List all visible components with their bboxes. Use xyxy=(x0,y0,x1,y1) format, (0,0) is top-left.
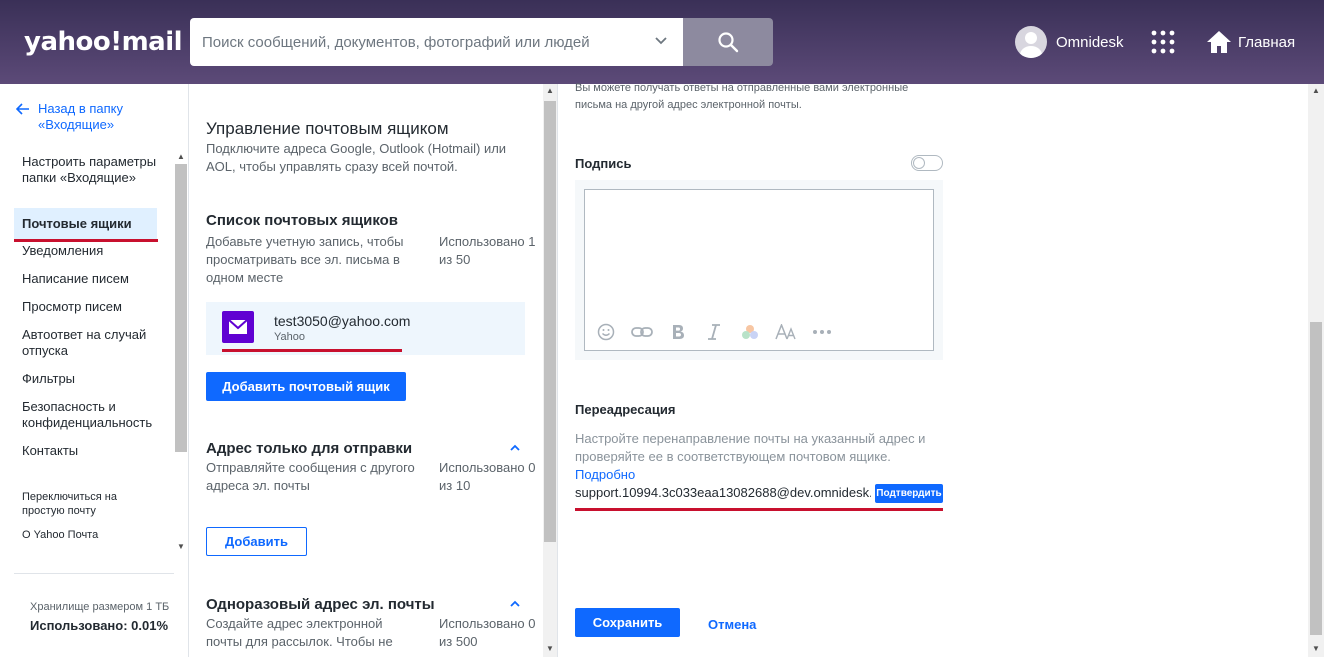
search-input[interactable] xyxy=(202,30,642,54)
disposable-title: Одноразовый адрес эл. почты xyxy=(206,596,435,613)
sidebar-item-contacts[interactable]: Контакты xyxy=(14,443,157,459)
storage-used: Использовано: 0.01% xyxy=(30,618,169,633)
signature-toolbar xyxy=(595,322,847,342)
scrollbar-thumb[interactable] xyxy=(1310,322,1322,635)
switch-basic-mail-link[interactable]: Переключиться на простую почту xyxy=(22,490,152,518)
mailbox-provider: Yahoo xyxy=(274,331,305,343)
disposable-usage: Использовано 0 из 500 xyxy=(439,616,536,649)
mailbox-list-description: Добавьте учетную запись, чтобы просматри… xyxy=(206,234,404,285)
font-size-icon[interactable] xyxy=(775,322,797,342)
toggle-knob xyxy=(913,157,925,169)
add-mailbox-button[interactable]: Добавить почтовый ящик xyxy=(206,372,406,401)
arrow-left-icon xyxy=(16,103,29,115)
mailbox-highlight-underline xyxy=(222,349,402,352)
search-button[interactable] xyxy=(683,18,773,66)
signature-editor[interactable] xyxy=(584,189,934,351)
link-icon[interactable] xyxy=(631,322,653,342)
apps-grid-icon[interactable] xyxy=(1151,30,1175,54)
yahoo-mail-logo[interactable]: yahoo!mail xyxy=(24,27,183,57)
scroll-up-icon[interactable]: ▲ xyxy=(177,152,185,161)
user-profile[interactable]: Omnidesk xyxy=(1015,26,1124,58)
divider xyxy=(14,573,174,574)
signature-label: Подпись xyxy=(575,156,632,171)
sidebar-item-viewing[interactable]: Просмотр писем xyxy=(14,299,157,315)
signature-editor-wrapper xyxy=(575,180,943,360)
yahoo-mailbox-icon xyxy=(222,311,254,343)
learn-more-link[interactable]: Подробно xyxy=(575,467,635,482)
mailbox-email: test3050@yahoo.com xyxy=(274,313,411,329)
middle-scrollbar[interactable]: ▲ ▼ xyxy=(543,84,557,657)
about-yahoo-mail-link[interactable]: О Yahoo Почта xyxy=(22,528,152,542)
mailboxes-panel: Управление почтовым ящиком Подключите ад… xyxy=(190,84,558,657)
forwarding-address-field[interactable]: support.10994.3c033eaa13082688@dev.omnid… xyxy=(575,485,871,500)
sidebar-item-security[interactable]: Безопасность и конфиденциальность xyxy=(14,399,157,431)
send-only-usage: Использовано 0 из 10 xyxy=(439,460,536,493)
storage-info: Хранилище размером 1 ТБ Использовано: 0.… xyxy=(30,601,180,633)
top-header: yahoo!mail Omnidesk Главная xyxy=(0,0,1324,84)
disposable-description: Создайте адрес электронной почты для рас… xyxy=(206,616,393,649)
sidebar-item-filters[interactable]: Фильтры xyxy=(14,371,157,387)
bold-icon[interactable] xyxy=(667,322,689,342)
forwarding-highlight-underline xyxy=(575,508,943,511)
forwarding-description-text: Настройте перенаправление почты на указа… xyxy=(575,431,926,464)
mailbox-details-panel: Вы можете получать ответы на отправленны… xyxy=(558,82,1308,657)
sidebar-item-vacation-reply[interactable]: Автоответ на случай отпуска xyxy=(14,327,157,359)
italic-icon[interactable] xyxy=(703,322,725,342)
signature-toggle[interactable] xyxy=(911,155,943,171)
mailbox-list-title: Список почтовых ящиков xyxy=(206,212,399,229)
storage-size: Хранилище размером 1 ТБ xyxy=(30,601,170,613)
color-icon[interactable] xyxy=(739,322,761,342)
scroll-down-icon[interactable]: ▼ xyxy=(177,542,185,551)
save-button[interactable]: Сохранить xyxy=(575,608,680,637)
more-icon[interactable] xyxy=(811,322,833,342)
cancel-button[interactable]: Отмена xyxy=(708,617,756,632)
user-name: Omnidesk xyxy=(1056,33,1124,51)
scrollbar-thumb[interactable] xyxy=(175,164,187,452)
right-scrollbar[interactable]: ▲ ▼ xyxy=(1308,84,1324,657)
add-send-only-button[interactable]: Добавить xyxy=(206,527,307,556)
scroll-down-icon[interactable]: ▼ xyxy=(546,644,554,653)
reply-address-hint: Вы можете получать ответы на отправленны… xyxy=(575,82,909,111)
settings-nav: Настроить параметры папки «Входящие» Поч… xyxy=(14,150,174,630)
mailbox-list-usage: Использовано 1 из 50 xyxy=(439,234,536,267)
search-box xyxy=(190,18,683,66)
chevron-up-icon[interactable] xyxy=(508,441,522,455)
sidebar-item-writing[interactable]: Написание писем xyxy=(14,271,157,287)
page-description: Подключите адреса Google, Outlook (Hotma… xyxy=(206,141,507,174)
scroll-up-icon[interactable]: ▲ xyxy=(546,86,554,95)
search-options-chevron-icon[interactable] xyxy=(651,31,671,51)
sidebar-scrollbar[interactable]: ▲ ▼ xyxy=(175,152,187,556)
envelope-icon xyxy=(228,319,248,334)
sidebar-item-notifications[interactable]: Уведомления xyxy=(14,243,157,259)
chevron-up-icon[interactable] xyxy=(508,597,522,611)
page-title: Управление почтовым ящиком xyxy=(206,119,449,138)
verify-button[interactable]: Подтвердить xyxy=(875,484,943,503)
avatar xyxy=(1015,26,1047,58)
search-icon xyxy=(718,32,739,53)
forwarding-description: Настройте перенаправление почты на указа… xyxy=(575,430,935,484)
scroll-down-icon[interactable]: ▼ xyxy=(1312,644,1320,653)
sidebar-item-inbox-settings[interactable]: Настроить параметры папки «Входящие» xyxy=(14,154,157,186)
sidebar-item-mailboxes[interactable]: Почтовые ящики xyxy=(14,208,157,240)
send-only-description: Отправляйте сообщения с другого адреса э… xyxy=(206,460,415,493)
emoji-icon[interactable] xyxy=(595,322,617,342)
settings-sidebar: Назад в папку «Входящие» Настроить парам… xyxy=(0,84,189,657)
active-item-underline xyxy=(14,239,158,242)
mailbox-item[interactable]: test3050@yahoo.com Yahoo xyxy=(206,302,525,355)
home-icon xyxy=(1207,31,1231,53)
send-only-title: Адрес только для отправки xyxy=(206,440,413,457)
home-link[interactable]: Главная xyxy=(1206,29,1295,55)
scroll-up-icon[interactable]: ▲ xyxy=(1312,86,1320,95)
forwarding-label: Переадресация xyxy=(575,402,676,417)
home-label: Главная xyxy=(1238,33,1296,51)
scrollbar-thumb[interactable] xyxy=(544,101,556,542)
back-link-label: Назад в папку «Входящие» xyxy=(38,101,124,132)
